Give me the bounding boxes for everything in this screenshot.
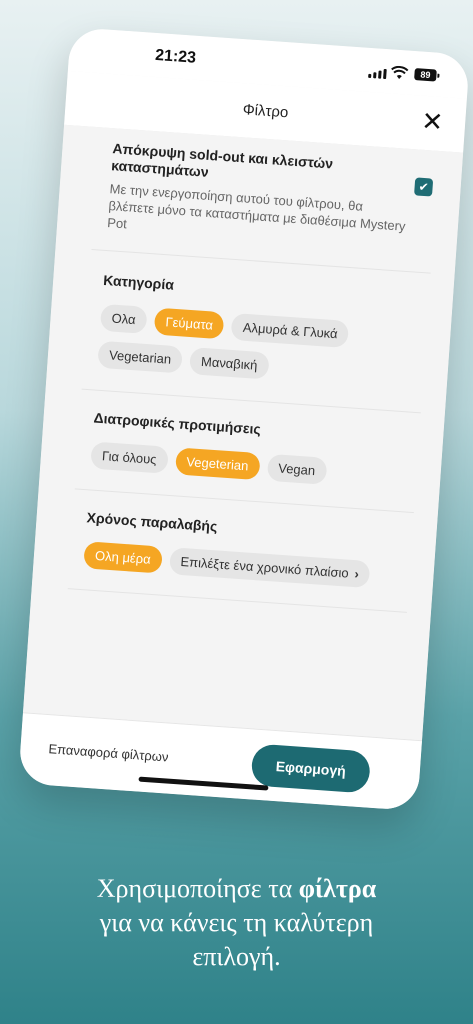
- caption-line-1: Χρησιμοποίησε τα φίλτρα: [0, 872, 473, 906]
- caption-line-3: επιλογή.: [192, 942, 281, 971]
- battery-icon: 89: [414, 68, 437, 82]
- pickup-title: Χρόνος παραλαβής: [86, 509, 218, 535]
- soldout-description: Με την ενεργοποίηση αυτού του φίλτρου, θ…: [106, 181, 406, 234]
- page-title: Φίλτρο: [242, 101, 289, 122]
- promo-caption: Χρησιμοποίησε τα φίλτρα για να κάνεις τη…: [0, 872, 473, 974]
- chip-category-meals[interactable]: Γεύματα: [153, 307, 225, 340]
- timeframe-label: Επιλέξτε ένα χρονικό πλαίσιο: [180, 553, 350, 581]
- filter-content: Απόκρυψη sold-out και κλειστών καταστημά…: [22, 124, 464, 742]
- pickup-chips: Ολη μέρα Επιλέξτε ένα χρονικό πλαίσιο ›: [83, 541, 414, 591]
- diet-title: Διατροφικές προτιμήσεις: [93, 409, 262, 438]
- divider: [67, 588, 407, 613]
- divider: [81, 388, 421, 414]
- category-title: Κατηγορία: [102, 271, 175, 293]
- divider: [91, 248, 431, 274]
- caption-text: Χρησιμοποίησε τα: [96, 874, 299, 903]
- chip-category-grocery[interactable]: Μαναβική: [189, 347, 270, 380]
- check-icon: ✔: [418, 179, 430, 195]
- divider: [74, 488, 414, 514]
- status-time: 21:23: [154, 46, 197, 67]
- phone-frame: 21:23 89 Φίλτρο ✕ Απόκρυψη sold-out και …: [18, 26, 470, 812]
- reset-filters-button[interactable]: Επαναφορά φίλτρων: [48, 741, 169, 764]
- chip-category-savory-sweet[interactable]: Αλμυρά & Γλυκά: [230, 312, 350, 349]
- home-indicator: [138, 776, 269, 791]
- caption-line-2: για να κάνεις τη καλύτερη: [99, 908, 374, 937]
- caption-highlight: φίλτρα: [298, 874, 377, 903]
- chip-category-vegetarian[interactable]: Vegetarian: [97, 340, 184, 374]
- wifi-icon: [391, 65, 409, 79]
- chip-pickup-all-day[interactable]: Ολη μέρα: [83, 541, 163, 574]
- chip-pickup-timeframe[interactable]: Επιλέξτε ένα χρονικό πλαίσιο ›: [168, 547, 371, 589]
- chip-category-all[interactable]: Ολα: [99, 303, 148, 334]
- battery-level: 89: [420, 69, 431, 81]
- apply-button[interactable]: Εφαρμογή: [250, 743, 372, 794]
- soldout-checkbox[interactable]: ✔: [414, 177, 434, 197]
- chevron-right-icon: ›: [354, 566, 360, 582]
- chip-diet-all[interactable]: Για όλους: [90, 441, 169, 474]
- chip-diet-vegetarian[interactable]: Vegeterian: [174, 447, 261, 481]
- category-chips: Ολα Γεύματα Αλμυρά & Γλυκά Vegetarian Μα…: [97, 303, 431, 391]
- close-icon[interactable]: ✕: [420, 106, 444, 137]
- diet-chips: Για όλους Vegeterian Vegan: [90, 441, 421, 491]
- signal-icon: [368, 68, 387, 80]
- chip-diet-vegan[interactable]: Vegan: [266, 453, 328, 485]
